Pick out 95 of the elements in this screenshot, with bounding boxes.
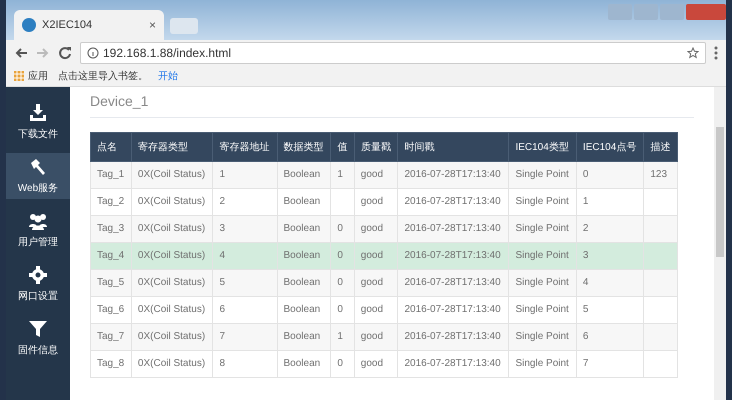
column-header: IEC104类型 — [508, 132, 576, 162]
table-cell: 3 — [212, 216, 278, 242]
table-cell: 2016-07-28T17:13:40 — [398, 162, 509, 188]
hammer-icon — [28, 157, 48, 177]
table-cell: good — [354, 270, 398, 296]
column-header: 数据类型 — [277, 132, 331, 162]
table-cell: Boolean — [277, 350, 331, 378]
users-icon — [28, 211, 48, 231]
globe-icon — [22, 18, 36, 32]
info-icon — [87, 47, 99, 59]
table-cell: good — [354, 242, 398, 270]
star-icon[interactable] — [687, 47, 699, 59]
table-cell: 2016-07-28T17:13:40 — [398, 216, 509, 242]
table-cell: good — [354, 162, 398, 188]
table-cell: Boolean — [277, 216, 331, 242]
table-cell: 2016-07-28T17:13:40 — [398, 242, 509, 270]
table-cell: 2016-07-28T17:13:40 — [398, 350, 509, 378]
device-title: Device_1 — [90, 91, 694, 118]
reload-icon[interactable] — [58, 46, 72, 60]
table-cell: 2016-07-28T17:13:40 — [398, 270, 509, 296]
table-cell: Tag_8 — [90, 350, 132, 378]
column-header: 描述 — [644, 132, 678, 162]
table-cell: 1 — [330, 324, 354, 350]
table-cell: 8 — [212, 350, 278, 378]
table-cell: good — [354, 350, 398, 378]
sidebar-item[interactable]: 下载文件 — [6, 99, 70, 145]
table-cell: Tag_5 — [90, 270, 132, 296]
table-cell: Single Point — [508, 324, 576, 350]
table-cell: 0 — [330, 216, 354, 242]
column-header: 质量戳 — [354, 132, 398, 162]
column-header: 寄存器地址 — [212, 132, 278, 162]
column-header: 时间戳 — [398, 132, 509, 162]
table-cell: 0X(Coil Status) — [131, 216, 213, 242]
table-cell: 4 — [576, 270, 644, 296]
back-icon[interactable] — [14, 46, 28, 60]
table-cell: Tag_1 — [90, 162, 132, 188]
table-cell: Boolean — [277, 242, 331, 270]
maximize-button[interactable] — [660, 4, 684, 20]
close-icon[interactable]: × — [148, 18, 156, 32]
table-cell: 0X(Coil Status) — [131, 162, 213, 188]
table-cell: Tag_3 — [90, 216, 132, 242]
table-cell: 7 — [212, 324, 278, 350]
table-cell: 5 — [212, 270, 278, 296]
sidebar-item[interactable]: 用户管理 — [6, 207, 70, 253]
menu-icon[interactable] — [714, 46, 718, 60]
table-cell: 0 — [330, 270, 354, 296]
forward-icon[interactable] — [36, 46, 50, 60]
sidebar-item[interactable]: Web服务 — [6, 153, 70, 199]
table-cell: 0X(Coil Status) — [131, 242, 213, 270]
column-header: 值 — [330, 132, 354, 162]
gear-icon — [28, 265, 48, 285]
table-cell: Boolean — [277, 324, 331, 350]
table-cell: 1 — [212, 162, 278, 188]
table-cell: Boolean — [277, 162, 331, 188]
apps-icon[interactable] — [14, 71, 24, 81]
table-cell: 6 — [576, 324, 644, 350]
scrollbar[interactable] — [714, 87, 726, 400]
download-icon — [28, 103, 48, 123]
address-bar[interactable]: 192.168.1.88/index.html — [80, 42, 706, 64]
bookmarks-hint: 点击这里导入书签。 — [58, 70, 148, 83]
column-header: IEC104点号 — [576, 132, 644, 162]
table-cell: good — [354, 324, 398, 350]
table-cell: 3 — [576, 242, 644, 270]
table-cell: Single Point — [508, 350, 576, 378]
minimize-button[interactable] — [634, 4, 658, 20]
table-cell: Tag_4 — [90, 242, 132, 270]
table-cell: Single Point — [508, 216, 576, 242]
sidebar-item[interactable]: 固件信息 — [6, 315, 70, 361]
table-cell: 2 — [576, 216, 644, 242]
table-cell: 1 — [330, 162, 354, 188]
table-cell: Single Point — [508, 242, 576, 270]
table-cell: good — [354, 216, 398, 242]
table-cell: 7 — [576, 350, 644, 378]
browser-tab[interactable]: X2IEC104 × — [14, 10, 164, 40]
table-cell: 4 — [212, 242, 278, 270]
table-cell: Tag_7 — [90, 324, 132, 350]
table-cell: Single Point — [508, 270, 576, 296]
new-tab-button[interactable] — [170, 18, 198, 34]
filter-icon — [28, 319, 48, 339]
start-link[interactable]: 开始 — [158, 69, 178, 83]
close-button[interactable] — [686, 4, 726, 20]
table-cell: 2016-07-28T17:13:40 — [398, 324, 509, 350]
table-cell: 123 — [644, 162, 678, 188]
table-cell: Single Point — [508, 162, 576, 188]
sidebar-item[interactable]: 网口设置 — [6, 261, 70, 307]
table-cell: 0X(Coil Status) — [131, 270, 213, 296]
table-cell: 0 — [576, 162, 644, 188]
apps-link[interactable]: 应用 — [28, 69, 48, 83]
table-cell: Boolean — [277, 270, 331, 296]
column-header: 点名 — [90, 132, 132, 162]
table-cell: 0 — [330, 242, 354, 270]
table-cell: 0X(Coil Status) — [131, 324, 213, 350]
table-cell: 0X(Coil Status) — [131, 350, 213, 378]
column-header: 寄存器类型 — [131, 132, 213, 162]
table-cell: 0 — [330, 350, 354, 378]
